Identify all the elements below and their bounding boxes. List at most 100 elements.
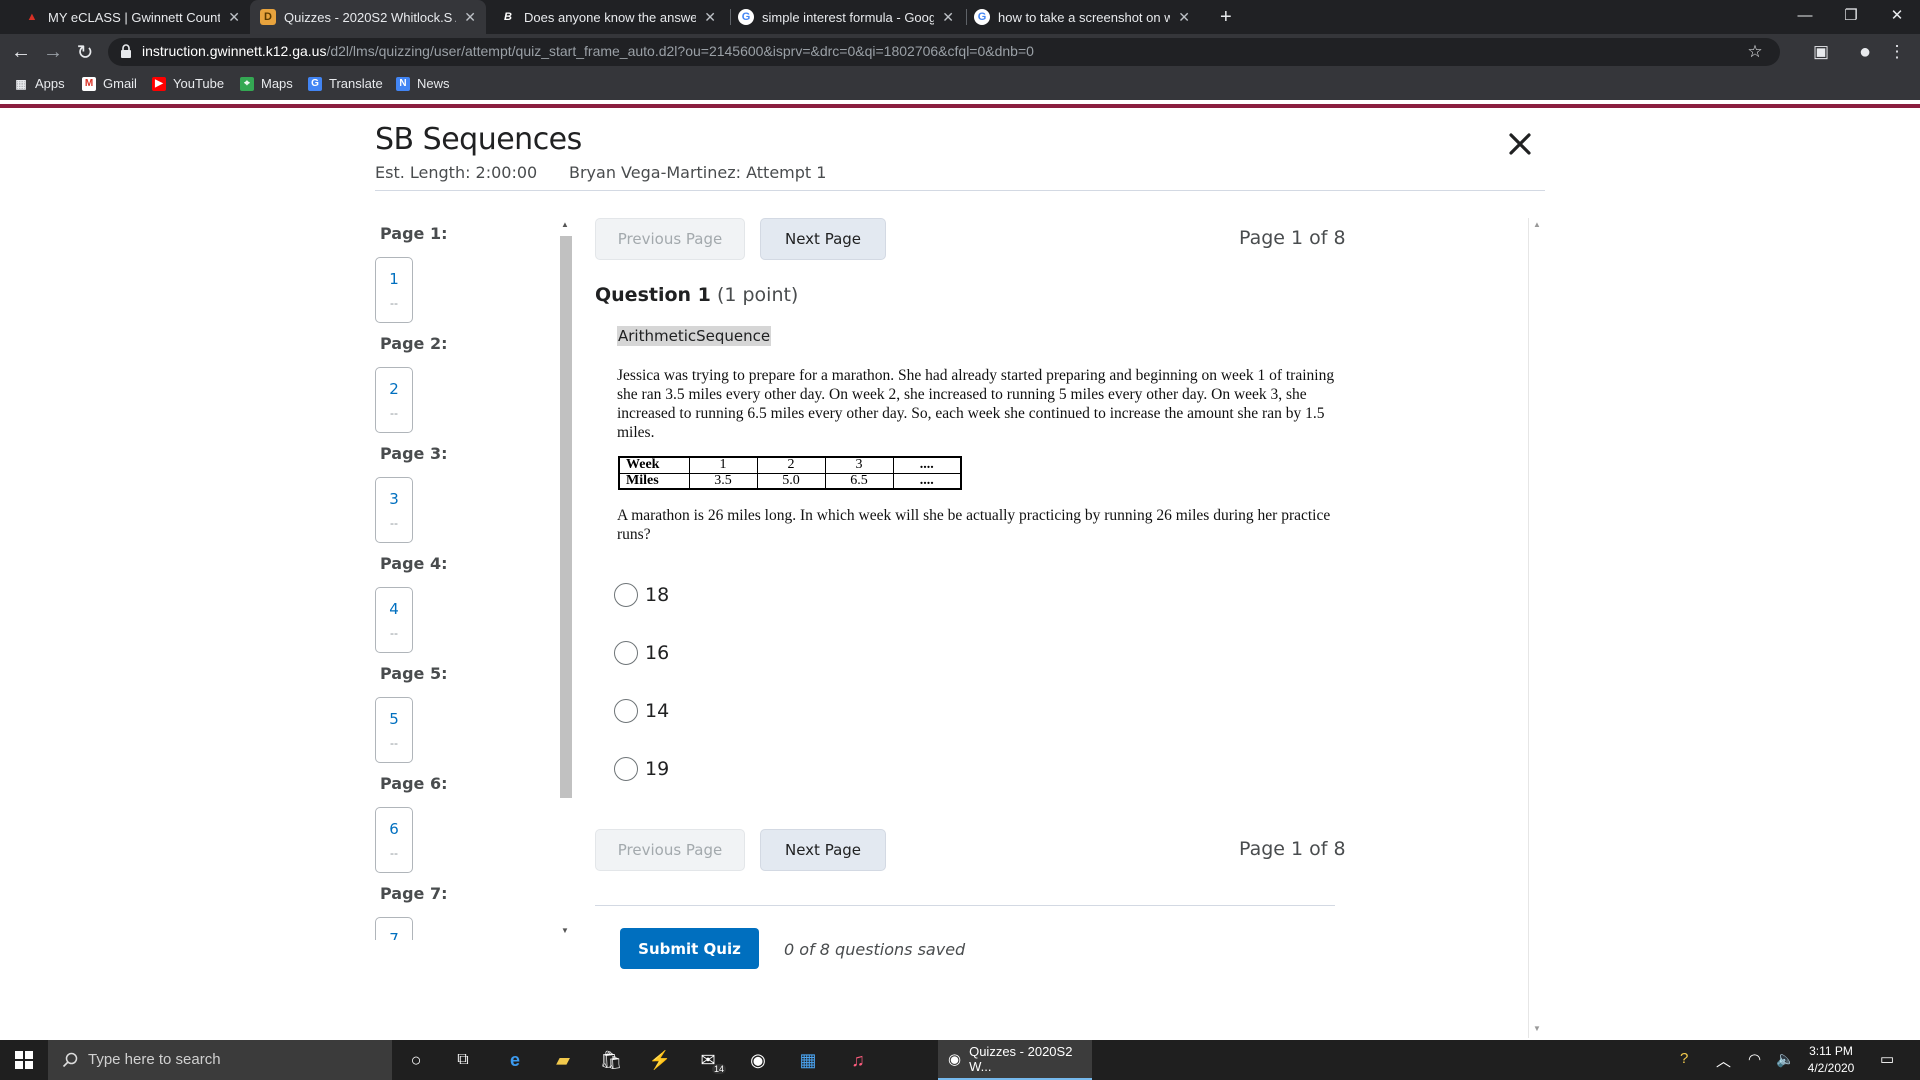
- page-indicator-bottom: Page 1 of 8: [1239, 838, 1346, 860]
- store-icon[interactable]: 🛍: [591, 1044, 631, 1076]
- address-bar[interactable]: instruction.gwinnett.k12.ga.us/d2l/lms/q…: [108, 38, 1780, 66]
- bookmark-apps[interactable]: ▦ Apps: [14, 76, 64, 91]
- table-row-header: Miles: [618, 472, 690, 490]
- scroll-up-icon[interactable]: ▲: [1533, 220, 1541, 229]
- notifications-icon[interactable]: ▭: [1880, 1050, 1894, 1068]
- chrome-icon[interactable]: ◉: [738, 1044, 778, 1076]
- page-link-7[interactable]: 7 --: [375, 917, 413, 940]
- cortana-icon[interactable]: ○: [396, 1044, 436, 1076]
- scroll-down-icon[interactable]: ▼: [1533, 1024, 1541, 1033]
- star-icon[interactable]: ☆: [1742, 39, 1768, 65]
- answer-option[interactable]: 16: [614, 641, 669, 665]
- clock[interactable]: 3:11 PM 4/2/2020: [1796, 1043, 1866, 1077]
- answer-option[interactable]: 18: [614, 583, 669, 607]
- page-link-1[interactable]: 1 --: [375, 257, 413, 323]
- network-icon[interactable]: ◠: [1748, 1050, 1761, 1068]
- tab-eclass[interactable]: ▲ MY eCLASS | Gwinnett County Pu ✕: [14, 0, 250, 34]
- table-cell: ....: [892, 472, 962, 490]
- reload-icon[interactable]: ↻: [70, 37, 100, 67]
- lock-icon: [121, 44, 131, 58]
- previous-page-button-bottom[interactable]: Previous Page: [595, 829, 745, 871]
- d2l-icon: D: [260, 9, 276, 25]
- page-label: Page 6:: [380, 774, 448, 793]
- url-text: instruction.gwinnett.k12.ga.us/d2l/lms/q…: [142, 43, 1034, 59]
- close-tab-icon[interactable]: ✕: [464, 9, 476, 26]
- forward-icon[interactable]: →: [38, 37, 68, 67]
- bookmark-youtube[interactable]: ▶ YouTube: [152, 76, 224, 91]
- cast-icon[interactable]: ▣: [1808, 39, 1834, 65]
- close-quiz-icon[interactable]: [1502, 126, 1538, 162]
- content-scrollbar[interactable]: ▲ ▼: [1528, 218, 1544, 1038]
- profile-icon[interactable]: ●: [1852, 39, 1878, 65]
- back-icon[interactable]: ←: [6, 37, 36, 67]
- tab-brainly[interactable]: B Does anyone know the answer ? ✕: [490, 0, 726, 34]
- task-view-icon[interactable]: ⧉: [443, 1044, 483, 1076]
- next-page-button-bottom[interactable]: Next Page: [760, 829, 886, 871]
- power-automate-icon[interactable]: ⚡: [640, 1044, 680, 1076]
- mail-icon[interactable]: ✉ 14: [688, 1044, 728, 1076]
- table-row: Miles 3.5 5.0 6.5 ....: [618, 472, 962, 490]
- question-text: Jessica was trying to prepare for a mara…: [617, 367, 1335, 441]
- translate-icon: G: [308, 76, 322, 91]
- page-link-2[interactable]: 2 --: [375, 367, 413, 433]
- taskbar-active-window[interactable]: ◉ Quizzes - 2020S2 W...: [938, 1040, 1092, 1080]
- itunes-icon[interactable]: ♫: [838, 1044, 878, 1076]
- close-tab-icon[interactable]: ✕: [1178, 9, 1190, 26]
- chrome-icon: ◉: [948, 1051, 962, 1068]
- page-link-3[interactable]: 3 --: [375, 477, 413, 543]
- bookmark-gmail[interactable]: M Gmail: [82, 76, 137, 91]
- bookmark-translate[interactable]: G Translate: [308, 76, 383, 91]
- page-link-6[interactable]: 6 --: [375, 807, 413, 873]
- submit-quiz-button[interactable]: Submit Quiz: [620, 928, 759, 969]
- menu-icon[interactable]: ⋮: [1884, 39, 1910, 65]
- tab-quizzes[interactable]: D Quizzes - 2020S2 Whitlock.S ALG ✕: [250, 0, 486, 34]
- windows-logo-icon: [15, 1051, 33, 1069]
- page-label: Page 7:: [380, 884, 448, 903]
- scroll-up-icon[interactable]: ▲: [561, 220, 569, 229]
- close-tab-icon[interactable]: ✕: [228, 9, 240, 26]
- brainly-icon: B: [504, 11, 512, 23]
- radio-button[interactable]: [614, 583, 638, 607]
- edge-icon[interactable]: e: [495, 1044, 535, 1076]
- page-label: Page 4:: [380, 554, 448, 573]
- show-hidden-icons[interactable]: ︿: [1716, 1050, 1731, 1071]
- app-icon[interactable]: ▦: [788, 1044, 828, 1076]
- minimize-icon[interactable]: —: [1782, 0, 1828, 30]
- radio-button[interactable]: [614, 757, 638, 781]
- radio-button[interactable]: [614, 699, 638, 723]
- divider: [375, 190, 1545, 191]
- page-link-5[interactable]: 5 --: [375, 697, 413, 763]
- answer-option[interactable]: 14: [614, 699, 669, 723]
- table-cell: 3: [824, 456, 894, 474]
- page-link-4[interactable]: 4 --: [375, 587, 413, 653]
- next-page-button-top[interactable]: Next Page: [760, 218, 886, 260]
- restore-icon[interactable]: ❐: [1828, 0, 1874, 30]
- news-icon: N: [396, 76, 410, 91]
- page-label: Page 1:: [380, 224, 448, 243]
- answer-option[interactable]: 19: [614, 757, 669, 781]
- close-tab-icon[interactable]: ✕: [942, 9, 954, 26]
- question-heading: Question 1 (1 point): [595, 284, 799, 306]
- page-navigation: Page 1: 1 -- Page 2: 2 -- Page 3: 3 -- P…: [372, 218, 572, 940]
- tab-google-search[interactable]: G simple interest formula - Google ✕: [728, 0, 964, 34]
- help-icon[interactable]: ?: [1680, 1050, 1688, 1067]
- question-prompt: A marathon is 26 miles long. In which we…: [617, 507, 1331, 543]
- previous-page-button-top[interactable]: Previous Page: [595, 218, 745, 260]
- scroll-down-icon[interactable]: ▼: [561, 926, 569, 935]
- gmail-icon: M: [82, 76, 96, 91]
- windows-taskbar: Type here to search ○ ⧉ e ▰ 🛍 ⚡ ✉ 14 ◉ ▦ …: [0, 1040, 1920, 1080]
- tab-google-screenshot[interactable]: G how to take a screenshot on win ✕: [964, 0, 1200, 34]
- close-tab-icon[interactable]: ✕: [704, 9, 716, 26]
- table-row-header: Week: [618, 456, 690, 474]
- close-window-icon[interactable]: ✕: [1874, 0, 1920, 30]
- browser-tab-bar: ▲ MY eCLASS | Gwinnett County Pu ✕ D Qui…: [0, 0, 1920, 34]
- volume-icon[interactable]: 🔈: [1776, 1050, 1795, 1068]
- taskbar-search-box[interactable]: Type here to search: [48, 1040, 392, 1080]
- radio-button[interactable]: [614, 641, 638, 665]
- bookmark-news[interactable]: N News: [396, 76, 450, 91]
- scrollbar-thumb[interactable]: [560, 236, 572, 798]
- file-explorer-icon[interactable]: ▰: [543, 1044, 583, 1076]
- start-button[interactable]: [0, 1040, 48, 1080]
- bookmark-maps[interactable]: ⌖ Maps: [240, 76, 293, 91]
- new-tab-button[interactable]: +: [1210, 0, 1240, 34]
